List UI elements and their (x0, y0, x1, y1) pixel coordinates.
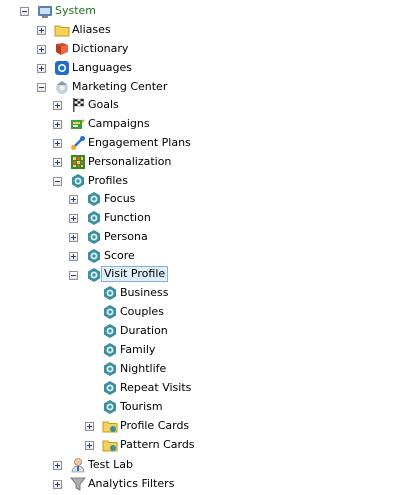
expand-toggle[interactable] (37, 26, 46, 35)
tree-node-nightlife[interactable]: Nightlife (0, 360, 180, 378)
tree-node-tourism[interactable]: Tourism (0, 398, 180, 416)
tree-label[interactable]: Test Lab (86, 457, 135, 473)
tree-label[interactable]: Repeat Visits (118, 380, 193, 396)
tree-node-marketing-center[interactable]: Marketing Center (0, 78, 200, 96)
profile-gear-icon (86, 191, 102, 207)
folder-icon (54, 22, 70, 38)
tree-label[interactable]: Personalization (86, 154, 173, 170)
expand-toggle[interactable] (69, 214, 78, 223)
tree-label[interactable]: Score (102, 248, 137, 264)
tree-node-analytics-filters[interactable]: Analytics Filters (0, 475, 220, 493)
profile-gear-icon (86, 267, 102, 283)
tree-label[interactable]: Profile Cards (118, 418, 191, 434)
tree-label[interactable]: Pattern Cards (118, 437, 197, 453)
tree-label[interactable]: Languages (70, 60, 134, 76)
expand-toggle[interactable] (37, 45, 46, 54)
tree-label[interactable]: Campaigns (86, 116, 152, 132)
expand-toggle[interactable] (69, 233, 78, 242)
system-icon (37, 3, 53, 19)
tree-label[interactable]: Aliases (70, 22, 113, 38)
tree-node-system[interactable]: System (0, 2, 140, 20)
tree-node-engagement-plans[interactable]: Engagement Plans (0, 134, 220, 152)
tree-node-profile-cards[interactable]: Profile Cards (0, 417, 200, 435)
tree-label[interactable]: Persona (102, 229, 150, 245)
tree-label[interactable]: Family (118, 342, 157, 358)
campaign-icon (70, 116, 86, 132)
expand-toggle[interactable] (37, 64, 46, 73)
tree-label[interactable]: Profiles (86, 173, 130, 189)
tree-label[interactable]: Business (118, 285, 171, 301)
expand-toggle[interactable] (53, 139, 62, 148)
tree-node-pattern-cards[interactable]: Pattern Cards (0, 436, 200, 454)
expand-toggle[interactable] (53, 480, 62, 489)
profile-gear-icon (102, 342, 118, 358)
marketing-center-icon (54, 79, 70, 95)
tree-label[interactable]: Analytics Filters (86, 476, 176, 492)
profile-gear-icon (86, 210, 102, 226)
tree-node-profiles[interactable]: Profiles (0, 172, 180, 190)
expand-toggle[interactable] (53, 120, 62, 129)
tree-label[interactable]: Tourism (118, 399, 165, 415)
tree-label[interactable]: Function (102, 210, 153, 226)
tree-node-score[interactable]: Score (0, 247, 180, 265)
profile-gear-icon (102, 399, 118, 415)
tree-node-languages[interactable]: Languages (0, 59, 180, 77)
expand-toggle[interactable] (53, 101, 62, 110)
tree-label[interactable]: Goals (86, 97, 121, 113)
tree-node-dictionary[interactable]: Dictionary (0, 40, 180, 58)
expand-toggle[interactable] (85, 441, 94, 450)
flag-icon (70, 97, 86, 113)
tree-node-business[interactable]: Business (0, 284, 180, 302)
profile-gear-icon (102, 285, 118, 301)
expand-toggle[interactable] (69, 252, 78, 261)
profile-gear-icon (86, 229, 102, 245)
tree-label[interactable]: Nightlife (118, 361, 168, 377)
collapse-toggle[interactable] (53, 177, 62, 186)
tree-node-personalization[interactable]: Personalization (0, 153, 220, 171)
tree-node-test-lab[interactable]: Test Lab (0, 456, 180, 474)
tree-label[interactable]: Duration (118, 323, 170, 339)
tree-node-couples[interactable]: Couples (0, 303, 180, 321)
tree-node-family[interactable]: Family (0, 341, 180, 359)
tree-node-aliases[interactable]: Aliases (0, 21, 160, 39)
tree-node-focus[interactable]: Focus (0, 190, 180, 208)
profile-gear-icon (102, 323, 118, 339)
dictionary-book-icon (54, 41, 70, 57)
engagement-plan-icon (70, 135, 86, 151)
personalization-grid-icon (70, 154, 86, 170)
tree-label-selected[interactable]: Visit Profile (101, 266, 169, 282)
tree-label[interactable]: Engagement Plans (86, 135, 193, 151)
tree-node-visit-profile[interactable]: Visit Profile (0, 266, 200, 284)
profile-gear-icon (70, 173, 86, 189)
expand-toggle[interactable] (69, 195, 78, 204)
tree-node-campaigns[interactable]: Campaigns (0, 115, 180, 133)
test-lab-person-icon (70, 457, 86, 473)
content-tree: System Aliases Dictionary Languages Mark… (0, 0, 407, 495)
tree-label[interactable]: Dictionary (70, 41, 130, 57)
tree-node-duration[interactable]: Duration (0, 322, 180, 340)
expand-toggle[interactable] (85, 422, 94, 431)
tree-node-repeat-visits[interactable]: Repeat Visits (0, 379, 200, 397)
tree-label[interactable]: Couples (118, 304, 166, 320)
collapse-toggle[interactable] (69, 271, 78, 280)
folder-icon (102, 418, 118, 434)
tree-node-goals[interactable]: Goals (0, 96, 180, 114)
profile-gear-icon (102, 361, 118, 377)
expand-toggle[interactable] (53, 158, 62, 167)
profile-gear-icon (102, 380, 118, 396)
globe-icon (54, 60, 70, 76)
collapse-toggle[interactable] (20, 7, 29, 16)
collapse-toggle[interactable] (37, 83, 46, 92)
tree-label[interactable]: Marketing Center (70, 79, 169, 95)
profile-gear-icon (102, 304, 118, 320)
tree-label[interactable]: System (53, 3, 98, 19)
expand-toggle[interactable] (53, 461, 62, 470)
tree-label[interactable]: Focus (102, 191, 137, 207)
folder-icon (102, 437, 118, 453)
profile-gear-icon (86, 248, 102, 264)
funnel-icon (70, 476, 86, 492)
tree-node-function[interactable]: Function (0, 209, 180, 227)
tree-node-persona[interactable]: Persona (0, 228, 180, 246)
